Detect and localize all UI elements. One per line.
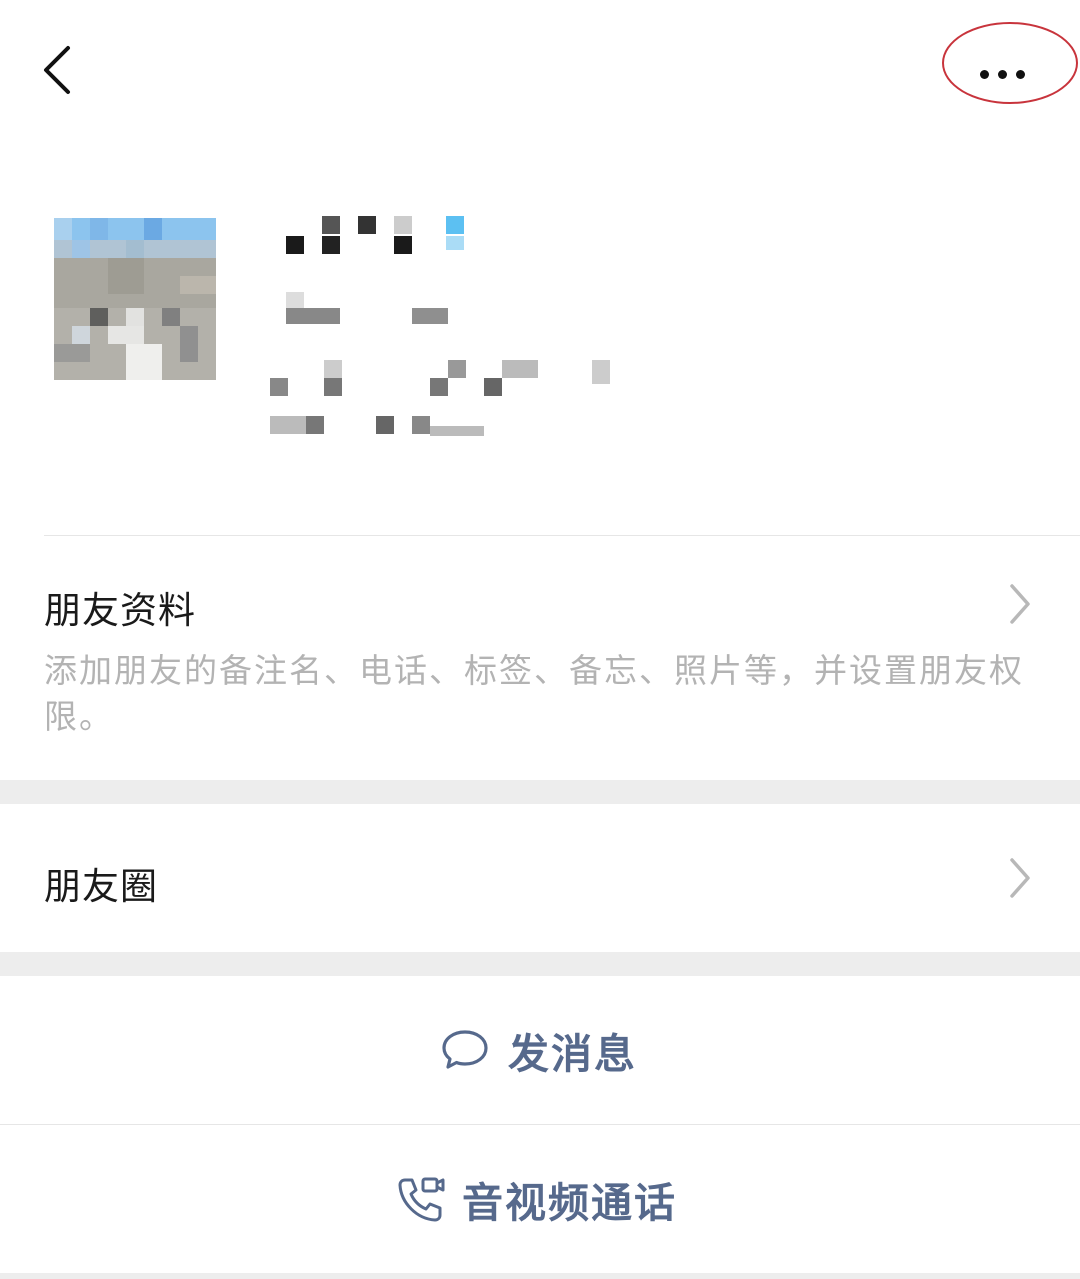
top-bar [0, 0, 1080, 140]
chevron-right-icon [1010, 858, 1030, 898]
video-call-label: 音视频通话 [462, 1179, 677, 1227]
avatar[interactable] [54, 218, 216, 380]
moments-row[interactable]: 朋友圈 [0, 804, 1080, 952]
name-text [270, 216, 470, 256]
profile-header [0, 180, 1080, 480]
back-button[interactable] [36, 40, 86, 100]
section-gap [0, 780, 1080, 804]
send-message-button[interactable]: 发消息 [0, 976, 1080, 1124]
more-button[interactable] [942, 22, 1078, 104]
phone-video-icon [398, 1177, 445, 1222]
chevron-left-icon [44, 46, 70, 94]
wechat-id-text [270, 288, 470, 328]
chevron-right-icon [1010, 584, 1030, 624]
highlight-circle [942, 22, 1078, 104]
friend-info-title: 朋友资料 [44, 589, 196, 632]
bottom-gap [0, 1273, 1080, 1279]
more-dots-icon [980, 64, 1034, 83]
video-call-button[interactable]: 音视频通话 [0, 1125, 1080, 1273]
friend-info-description: 添加朋友的备注名、电话、标签、备忘、照片等，并设置朋友权限。 [44, 651, 1024, 736]
chat-bubble-icon [442, 1030, 488, 1069]
send-message-label: 发消息 [508, 1030, 637, 1078]
moments-title: 朋友圈 [44, 865, 158, 908]
friend-info-row[interactable]: 朋友资料 添加朋友的备注名、电话、标签、备忘、照片等，并设置朋友权限。 [0, 536, 1080, 780]
region-text [270, 360, 630, 450]
section-gap [0, 952, 1080, 976]
